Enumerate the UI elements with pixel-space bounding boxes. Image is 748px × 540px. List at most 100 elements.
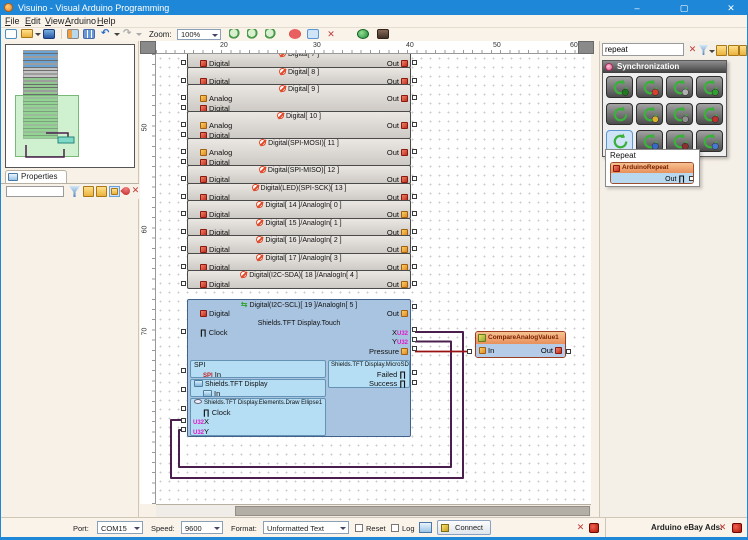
- input-connector[interactable]: [181, 194, 186, 199]
- connector[interactable]: [467, 349, 472, 354]
- scrollbar-thumb[interactable]: [235, 506, 590, 516]
- camera-icon[interactable]: [377, 29, 389, 39]
- channel-block[interactable]: Digital[ 8 ]DigitalOut: [187, 67, 411, 86]
- help-web-icon[interactable]: [357, 29, 369, 39]
- compare-analog-value-block[interactable]: CompareAnalogValue1 In Out: [475, 331, 566, 358]
- connector[interactable]: [412, 380, 417, 385]
- connector[interactable]: [181, 406, 186, 411]
- input-connector[interactable]: [181, 149, 186, 154]
- open-dropdown-caret[interactable]: [35, 33, 41, 36]
- port-combobox[interactable]: COM15: [97, 521, 143, 534]
- menu-view[interactable]: View: [45, 16, 64, 26]
- wire-mode-button[interactable]: [307, 29, 319, 39]
- connector[interactable]: [412, 370, 417, 375]
- connector[interactable]: [181, 418, 186, 423]
- pin-x-out[interactable]: XU32: [392, 328, 408, 338]
- layout-panels-button[interactable]: [67, 29, 79, 39]
- pin-analog[interactable]: Analog: [188, 148, 410, 158]
- clear-search-icon[interactable]: ✕: [687, 44, 698, 55]
- redo-button[interactable]: ↷: [123, 29, 135, 39]
- input-connector[interactable]: [181, 211, 186, 216]
- zoom-in-icon[interactable]: [229, 29, 241, 39]
- save-button[interactable]: [43, 29, 55, 39]
- properties-filter-input[interactable]: [6, 186, 64, 197]
- connect-button[interactable]: Connect: [437, 520, 491, 535]
- input-connector[interactable]: [181, 78, 186, 83]
- output-connector[interactable]: [412, 149, 417, 154]
- folder-collapse-icon[interactable]: [96, 186, 107, 197]
- pin-out[interactable]: Out: [387, 121, 408, 131]
- search-filter-funnel-icon[interactable]: [699, 45, 708, 55]
- palette-item[interactable]: [696, 130, 723, 152]
- pin-ellipse-clock[interactable]: ∏ Clock: [191, 408, 325, 418]
- filter-dropdown-caret[interactable]: [709, 50, 715, 53]
- pin-compare-out[interactable]: Out: [541, 344, 562, 358]
- menu-file[interactable]: File: [5, 16, 20, 26]
- undo-button[interactable]: ↶: [101, 29, 113, 39]
- menu-help[interactable]: Help: [97, 16, 116, 26]
- tft-display-subblock[interactable]: Shields.TFT Display In: [190, 379, 326, 398]
- spi-subblock[interactable]: SPI SPI In: [190, 360, 326, 379]
- horizontal-scrollbar[interactable]: [156, 504, 591, 517]
- folder-new-icon[interactable]: [716, 45, 727, 56]
- pin-analog[interactable]: Analog: [188, 94, 410, 104]
- reset-checkbox[interactable]: [355, 524, 363, 532]
- pin-pressure-out[interactable]: Pressure: [369, 347, 408, 357]
- refresh-icon[interactable]: [289, 29, 301, 39]
- input-connector[interactable]: [181, 281, 186, 286]
- serial-terminal-icon[interactable]: [419, 522, 432, 533]
- pin-display-in[interactable]: In: [191, 389, 325, 399]
- input-connector[interactable]: [181, 105, 186, 110]
- pin-clock[interactable]: ∏ Clock: [188, 328, 410, 338]
- palette-item[interactable]: [666, 76, 693, 98]
- folder-expand-icon[interactable]: [83, 186, 94, 197]
- pin-ellipse-x[interactable]: U32X: [191, 417, 325, 427]
- palette-item[interactable]: [666, 103, 693, 125]
- palette-header[interactable]: Synchronization: [603, 61, 726, 73]
- palette-item[interactable]: [636, 103, 663, 125]
- pin-out[interactable]: Out: [387, 94, 408, 104]
- pin-out[interactable]: Out: [387, 309, 408, 319]
- pin-ellipse-y[interactable]: U32Y: [191, 427, 325, 437]
- pin-digital[interactable]: Digital: [188, 280, 410, 290]
- output-connector[interactable]: [412, 229, 417, 234]
- output-connector[interactable]: [412, 176, 417, 181]
- pin-out[interactable]: Out: [387, 148, 408, 158]
- speed-combobox[interactable]: 9600: [181, 521, 223, 534]
- output-connector[interactable]: [412, 122, 417, 127]
- palette-item[interactable]: [696, 103, 723, 125]
- palette-item[interactable]: [606, 103, 633, 125]
- maximize-button[interactable]: ▢: [668, 1, 700, 15]
- tft-shield-block[interactable]: ⇆Digital(I2C-SCL)[ 19 ]/AnalogIn[ 5 ] Di…: [187, 299, 411, 437]
- output-connector[interactable]: [412, 78, 417, 83]
- output-connector[interactable]: [412, 95, 417, 100]
- design-canvas[interactable]: Digital[ 7 ]DigitalOutDigital[ 8 ]Digita…: [156, 54, 591, 504]
- connector[interactable]: [412, 304, 417, 309]
- pin-success[interactable]: Success ∏: [329, 379, 409, 389]
- categories-toggle-icon[interactable]: [109, 186, 120, 197]
- output-connector[interactable]: [412, 194, 417, 199]
- channel-block[interactable]: Digital(I2C-SDA)[ 18 ]/AnalogIn[ 4 ]Digi…: [187, 270, 411, 289]
- new-project-button[interactable]: [5, 29, 17, 39]
- connector[interactable]: [181, 368, 186, 373]
- pin-y-out[interactable]: YU32: [392, 337, 408, 347]
- folder-open-icon[interactable]: [739, 45, 747, 56]
- filter-funnel-icon[interactable]: [69, 186, 80, 197]
- pin-spi-in[interactable]: SPI In: [191, 370, 325, 380]
- channel-block[interactable]: Digital[ 7 ]DigitalOut: [187, 54, 411, 68]
- disconnect-icon[interactable]: ✕: [575, 522, 586, 533]
- connector[interactable]: [412, 337, 417, 342]
- channel-block[interactable]: Digital[ 15 ]/AnalogIn[ 1 ]DigitalOut: [187, 218, 411, 237]
- close-button[interactable]: ✕: [715, 1, 747, 15]
- input-connector[interactable]: [181, 159, 186, 164]
- ads-close-icon[interactable]: ✕: [717, 522, 728, 533]
- palette-item[interactable]: [696, 76, 723, 98]
- pin-failed[interactable]: Failed ∏: [329, 370, 409, 380]
- pin-analog[interactable]: Analog: [188, 121, 410, 131]
- input-connector[interactable]: [181, 60, 186, 65]
- connector[interactable]: [412, 327, 417, 332]
- undo-dropdown-caret[interactable]: [114, 33, 120, 36]
- connector[interactable]: [412, 346, 417, 351]
- pin-digital[interactable]: Digital: [188, 309, 410, 319]
- grid-view-button[interactable]: [83, 29, 95, 39]
